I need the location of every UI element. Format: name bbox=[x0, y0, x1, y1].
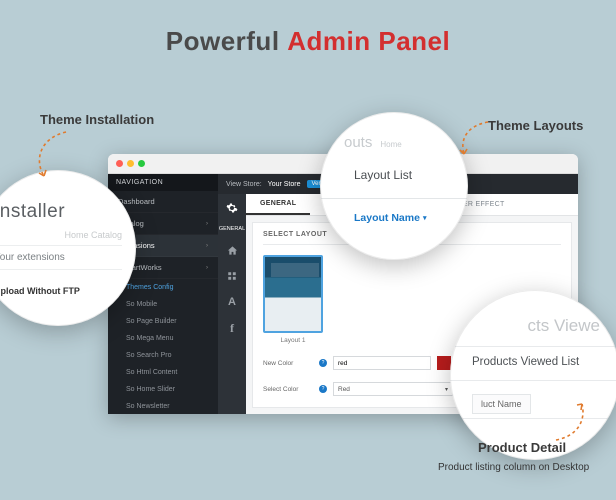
nav-sub-so-search-pro[interactable]: So Search Pro bbox=[108, 347, 218, 364]
grid-icon[interactable] bbox=[224, 268, 240, 284]
new-color-input[interactable] bbox=[333, 356, 431, 370]
chevron-right-icon: › bbox=[206, 265, 208, 271]
nav-sub-so-home-slider[interactable]: So Home Slider bbox=[108, 381, 218, 398]
iconbar-active-label: GENERAL bbox=[219, 226, 245, 232]
chevron-right-icon: › bbox=[206, 243, 208, 249]
nav-sub-so-newsletter[interactable]: So Newsletter bbox=[108, 398, 218, 414]
lens-layouts-title: Layout List bbox=[354, 168, 412, 182]
select-color-value: Red bbox=[338, 386, 350, 393]
lens-install-row3: Upload Without FTP bbox=[0, 286, 122, 296]
view-store-label: View Store: bbox=[226, 181, 262, 188]
help-icon[interactable]: ? bbox=[319, 359, 327, 367]
chevron-right-icon: › bbox=[206, 221, 208, 227]
layout-thumbnail[interactable] bbox=[263, 255, 323, 333]
vertical-iconbar: GENERAL A f bbox=[218, 194, 246, 414]
headline-plain: Powerful bbox=[166, 26, 288, 56]
nav-sub-so-mega-menu[interactable]: So Mega Menu bbox=[108, 330, 218, 347]
lens-install-title: Installer bbox=[0, 201, 122, 223]
callout-detail-sub: Product listing column on Desktop bbox=[438, 462, 589, 473]
gear-icon[interactable] bbox=[224, 200, 240, 216]
facebook-icon[interactable]: f bbox=[224, 320, 240, 336]
nav-sub-so-mobile[interactable]: So Mobile bbox=[108, 296, 218, 313]
lens-install-faint: Home Catalog bbox=[64, 230, 122, 240]
page-headline: Powerful Admin Panel bbox=[0, 0, 616, 57]
lens-layouts-link[interactable]: Layout Name▾ bbox=[354, 212, 426, 224]
lens-layouts-crumb: outsHome bbox=[344, 134, 402, 151]
lens-detail-column: luct Name bbox=[472, 394, 531, 414]
callout-detail-title: Product Detail bbox=[478, 440, 566, 455]
nav-sub-so-html-content[interactable]: So Html Content bbox=[108, 364, 218, 381]
store-name[interactable]: Your Store bbox=[268, 181, 301, 188]
chevron-down-icon: ▾ bbox=[445, 386, 448, 393]
help-icon[interactable]: ? bbox=[319, 385, 327, 393]
new-color-label: New Color bbox=[263, 360, 313, 367]
color-swatch[interactable] bbox=[437, 356, 451, 370]
select-color-dropdown[interactable]: Red ▾ bbox=[333, 382, 453, 396]
lens-install-row2: Your extensions bbox=[0, 245, 122, 270]
chevron-down-icon: ▾ bbox=[423, 214, 427, 222]
layout-thumbnail-label: Layout 1 bbox=[263, 337, 323, 344]
nav-header: NAVIGATION bbox=[108, 174, 218, 191]
lens-product-detail: cts Viewe Products Viewed List luct Name bbox=[450, 290, 616, 460]
maximize-dot[interactable] bbox=[138, 160, 145, 167]
home-icon[interactable] bbox=[224, 242, 240, 258]
tab-general[interactable]: GENERAL bbox=[246, 194, 310, 215]
nav-sub-so-page-builder[interactable]: So Page Builder bbox=[108, 313, 218, 330]
nav-item-label: Dashboard bbox=[118, 197, 155, 206]
lens-detail-faint: cts Viewe bbox=[528, 316, 600, 336]
select-color-label: Select Color bbox=[263, 386, 313, 393]
lens-detail-title: Products Viewed List bbox=[472, 356, 579, 368]
lens-theme-layouts: outsHome Layout List Layout Name▾ bbox=[320, 112, 468, 260]
callout-install: Theme Installation bbox=[40, 112, 154, 127]
close-dot[interactable] bbox=[116, 160, 123, 167]
headline-accent: Admin Panel bbox=[287, 26, 450, 56]
minimize-dot[interactable] bbox=[127, 160, 134, 167]
font-icon[interactable]: A bbox=[224, 294, 240, 310]
callout-layouts: Theme Layouts bbox=[488, 118, 583, 133]
